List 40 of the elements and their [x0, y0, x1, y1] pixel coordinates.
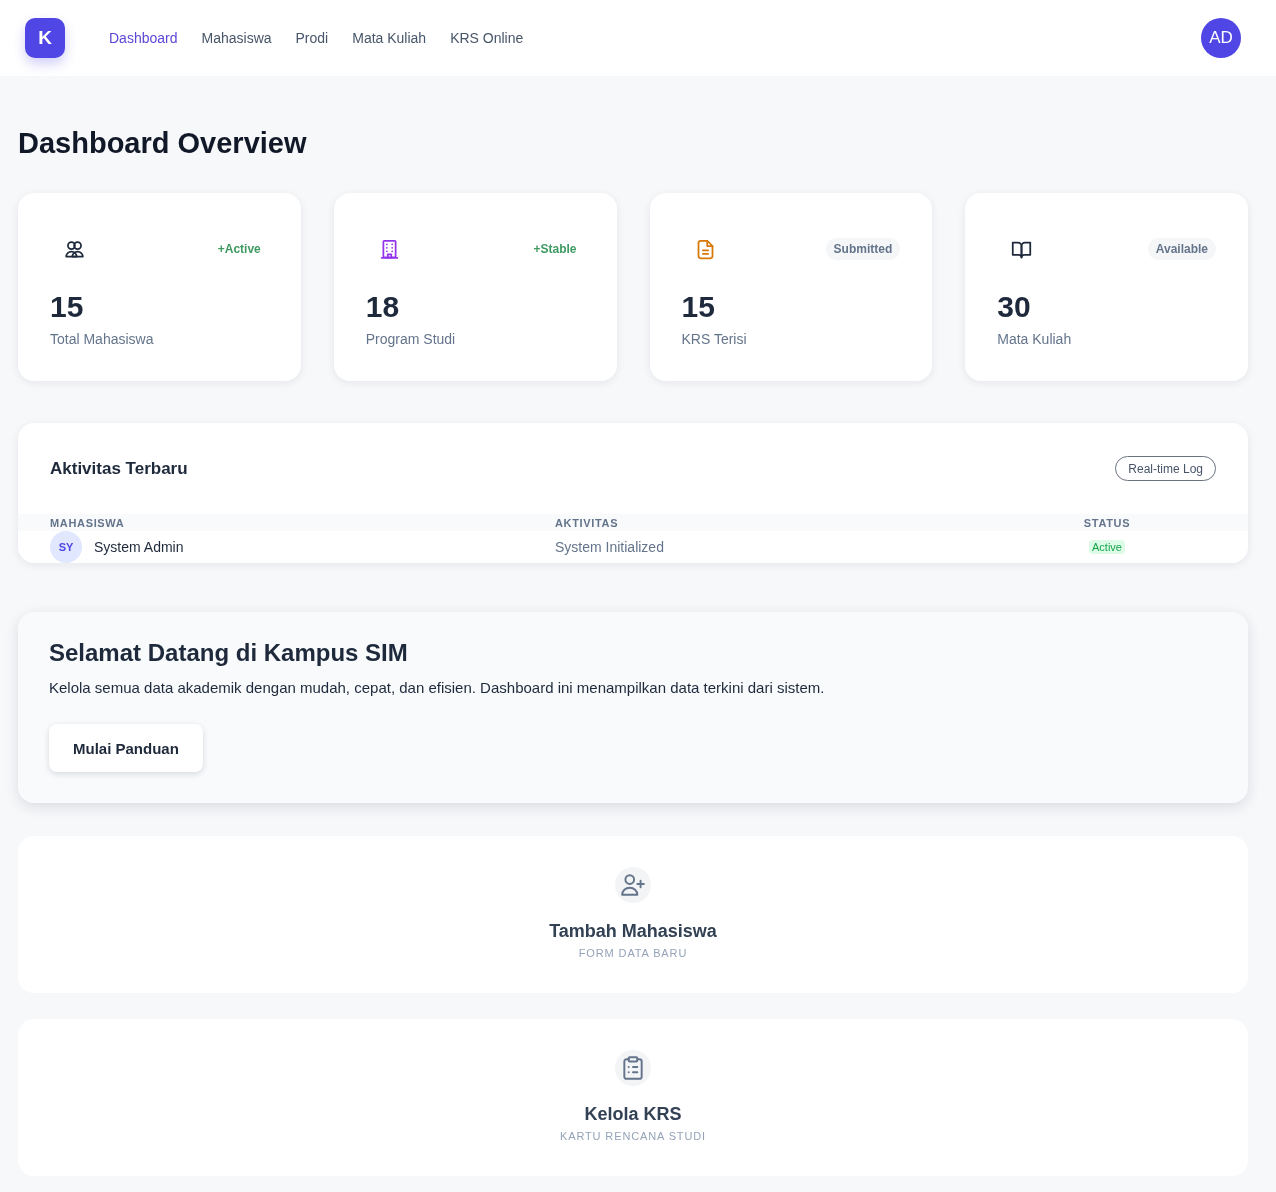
- trend-label: +Active: [216, 241, 262, 258]
- trend-label: +Stable: [532, 241, 578, 258]
- section-title: Aktivitas Terbaru: [50, 458, 188, 479]
- column-header: STATUS: [1083, 516, 1131, 529]
- log-button[interactable]: Real-time Log: [1115, 456, 1216, 481]
- nav-link[interactable]: KRS Online: [450, 30, 524, 46]
- action-subtitle: KARTU RENCANA STUDI: [559, 1129, 707, 1143]
- initials-avatar: SY: [50, 531, 82, 563]
- action-subtitle: FORM DATA BARU: [578, 946, 688, 960]
- welcome-title: Selamat Datang di Kampus SIM: [49, 638, 409, 668]
- user-plus-icon: [615, 867, 651, 903]
- stat-value: 15: [50, 289, 85, 325]
- stat-label: Total Mahasiswa: [50, 330, 155, 349]
- nav-link[interactable]: Mahasiswa: [201, 30, 272, 46]
- action-title: Tambah Mahasiswa: [549, 920, 717, 943]
- stat-value: 15: [681, 289, 716, 325]
- stat-label: Mata Kuliah: [997, 330, 1073, 349]
- page-title: Dashboard Overview: [18, 126, 308, 161]
- clipboard-list-icon: [615, 1050, 651, 1086]
- activity-text: System Initialized: [555, 539, 665, 555]
- action-card[interactable]: Tambah Mahasiswa FORM DATA BARU: [18, 836, 1248, 993]
- stat-label: Program Studi: [365, 330, 457, 349]
- column-header: AKTIVITAS: [555, 516, 620, 529]
- nav-link[interactable]: Dashboard: [109, 30, 178, 46]
- welcome-text: Kelola semua data akademik dengan mudah, cepat, dan efisien. Dashboard ini menampilkan data terkini dari sistem.: [49, 678, 826, 698]
- user-avatar[interactable]: AD: [1201, 18, 1241, 58]
- app-logo: K: [25, 18, 65, 58]
- stat-value: 18: [365, 289, 401, 325]
- stat-badge: Available: [1147, 238, 1216, 260]
- stat-badge: Submitted: [825, 238, 901, 260]
- column-header: MAHASISWA: [50, 516, 126, 529]
- action-card[interactable]: Kelola KRS KARTU RENCANA STUDI: [18, 1019, 1248, 1176]
- student-name: System Admin: [94, 539, 184, 555]
- stat-label: KRS Terisi: [681, 330, 748, 349]
- stat-value: 30: [997, 289, 1032, 325]
- guide-button[interactable]: Mulai Panduan: [49, 724, 203, 772]
- action-title: Kelola KRS: [584, 1103, 682, 1126]
- nav-link[interactable]: Prodi: [295, 30, 329, 46]
- nav-link[interactable]: Mata Kuliah: [352, 30, 427, 46]
- status-badge: Active: [1089, 540, 1125, 554]
